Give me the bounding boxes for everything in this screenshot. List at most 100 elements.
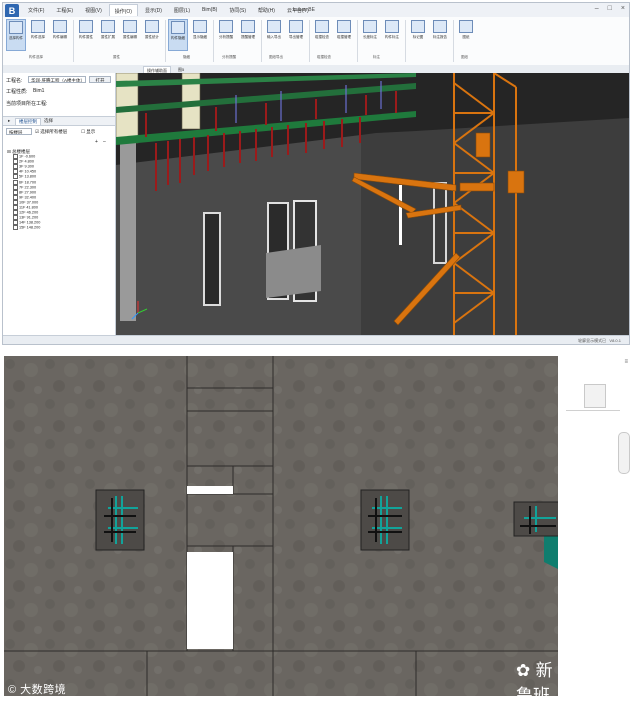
collision-manage-button[interactable]: 碰撞管理: [334, 19, 354, 51]
tree-floor-label: 4F 10.450: [19, 169, 37, 174]
show-hidden-button[interactable]: 显示隐藏: [190, 19, 210, 51]
window-title: Luban BE: [293, 7, 315, 13]
mark-icon: [411, 20, 425, 33]
menu-help[interactable]: 帮助(H): [253, 4, 280, 16]
plan-viewport[interactable]: © 大数跨境 ✿ 新鲁班: [4, 356, 558, 696]
component-edit-button[interactable]: 构件编辑: [50, 19, 70, 51]
select-all-floors-checkbox[interactable]: ☑ 选择所有楼层: [35, 129, 67, 135]
reminder-manage-button[interactable]: 提醒管理: [238, 19, 258, 51]
floor-filter-select[interactable]: 按楼层: [6, 128, 32, 135]
property-extend-button[interactable]: 属性扩展: [98, 19, 118, 51]
mark-report-button[interactable]: 标注报告: [430, 19, 450, 51]
ribbon-separator: [453, 20, 454, 62]
collision-check-button[interactable]: 碰撞检查: [312, 19, 332, 51]
tree-floor-label: 14F 138.200: [19, 220, 41, 225]
slab-opening: [187, 486, 233, 494]
input-export-button[interactable]: 输入导出: [264, 19, 284, 51]
ribbon-group-label: 构件选择: [29, 55, 43, 59]
export-icon: [289, 20, 303, 33]
property-edit-button[interactable]: 属性编辑: [120, 19, 140, 51]
tree-floor-label: 15F 148.200: [19, 225, 41, 230]
hide-component-button[interactable]: 构件隐藏: [168, 19, 188, 51]
export-icon: [267, 20, 281, 33]
view-cube-base: [566, 410, 620, 411]
ribbon-group-label: 属性: [113, 55, 120, 59]
window-opening: [433, 182, 447, 264]
remove-icon[interactable]: –: [103, 139, 106, 145]
navigation-bar[interactable]: [618, 432, 630, 474]
model-type-label: 工程性质:: [6, 89, 28, 95]
property-stats-button[interactable]: 属性统计: [142, 19, 162, 51]
ribbon-separator: [357, 20, 358, 62]
project-name-select[interactable]: 华润·肝腾工程（A楼主体）: [28, 76, 86, 83]
tree-floor-item[interactable]: 15F 148.200: [7, 225, 111, 231]
app-logo-icon[interactable]: B: [5, 4, 19, 18]
minimize-icon[interactable]: –: [595, 5, 599, 12]
dimension-icon: [385, 20, 399, 33]
bell-icon: [219, 20, 233, 33]
project-panel: 工程名: 华润·肝腾工程（A楼主体） 打开 工程性质: Bim1 当前项目所在工…: [3, 73, 116, 335]
collapse-icon[interactable]: ▸: [5, 118, 13, 124]
checkbox-icon[interactable]: [13, 225, 18, 231]
watermark-left-text: 大数跨境: [20, 684, 67, 696]
tree-floor-label: 9F 32.400: [19, 195, 37, 200]
panel-tabs: ▸ 楼层控制 选择: [3, 116, 115, 126]
panel-menu-icon[interactable]: ≡: [624, 359, 628, 365]
menu-collab[interactable]: 协同(S): [224, 4, 251, 16]
tree-floor-label: 13F 91.200: [19, 215, 39, 220]
3d-viewport[interactable]: [116, 73, 629, 335]
mark-map-button[interactable]: 标记图: [408, 19, 428, 51]
bell-icon: [241, 20, 255, 33]
watermark-right: ✿ 新鲁班: [516, 656, 558, 696]
tree-floor-label: 12F 46.200: [19, 210, 39, 215]
component-dimension-button[interactable]: 构件标注: [382, 19, 402, 51]
open-project-button[interactable]: 打开: [89, 76, 111, 83]
tree-floor-label: 8F 27.900: [19, 190, 37, 195]
minus-icon: ⊟: [7, 149, 11, 154]
menu-file[interactable]: 文件(F): [23, 4, 49, 16]
tree-floor-label: 5F 13.800: [19, 174, 37, 179]
export-manage-button[interactable]: 导出管理: [286, 19, 306, 51]
ribbon-group-label: 隐藏: [183, 55, 190, 59]
view-cube-icon[interactable]: [584, 384, 606, 408]
tree-floor-label: 7F 22.300: [19, 185, 37, 190]
component-select-button[interactable]: 构件选择: [28, 19, 48, 51]
length-dimension-button[interactable]: 长度标注: [360, 19, 380, 51]
edit-icon: [123, 20, 137, 33]
drawing-button[interactable]: 图纸: [456, 19, 476, 51]
ribbon-group-label: 碰撞检查: [317, 55, 331, 59]
tab-selection[interactable]: 选择: [41, 118, 56, 124]
watermark-left: © 大数跨境: [8, 681, 66, 696]
menu-operate[interactable]: 操作(O): [108, 4, 138, 16]
select-all-floors-label: 选择所有楼层: [40, 129, 68, 134]
floor-tree: ⊟ 总楼楼层 1F -0.600 2F 4.800 3F 9.300 4F 10.45…: [7, 149, 111, 231]
menu-display[interactable]: 显示(D): [140, 4, 167, 16]
menu-layer[interactable]: 图层(L): [169, 4, 195, 16]
white-edge: [399, 185, 402, 245]
close-icon[interactable]: ×: [621, 5, 625, 12]
menu-bim[interactable]: Bim(B): [197, 4, 222, 16]
add-icon[interactable]: +: [95, 139, 98, 145]
ribbon-group-label: 图纸: [461, 55, 468, 59]
ribbon-group-label: 图纸导出: [269, 55, 283, 59]
current-project-label: 当前项目所在工程:: [6, 101, 48, 107]
select-component-button[interactable]: 选择构件: [6, 19, 26, 51]
status-mode: 轮廓显示模式已: [578, 338, 607, 343]
column-lower: [120, 141, 136, 321]
maximize-icon[interactable]: □: [608, 5, 612, 12]
show-checkbox[interactable]: ☐ 显示: [81, 129, 95, 135]
menu-project[interactable]: 工程(E): [51, 4, 78, 16]
tab-floor-control[interactable]: 楼层控制: [15, 118, 41, 125]
menu-bar: 文件(F) 工程(E) 视图(V) 操作(O) 显示(D) 图层(L) Bim(…: [23, 4, 314, 16]
menu-view[interactable]: 视图(V): [80, 4, 107, 16]
ribbon-separator: [73, 20, 74, 62]
embedded-part-center: [360, 489, 410, 551]
ribbon-separator: [309, 20, 310, 62]
component-properties-button[interactable]: 构件属性: [76, 19, 96, 51]
collision-icon: [315, 20, 329, 33]
analysis-reminder-button[interactable]: 分析提醒: [216, 19, 236, 51]
tree-floor-label: 6F 18.700: [19, 180, 37, 185]
wechat-icon: ✿: [516, 661, 531, 681]
ribbon-separator: [165, 20, 166, 62]
ribbon-group-label: 分析提醒: [222, 55, 236, 59]
